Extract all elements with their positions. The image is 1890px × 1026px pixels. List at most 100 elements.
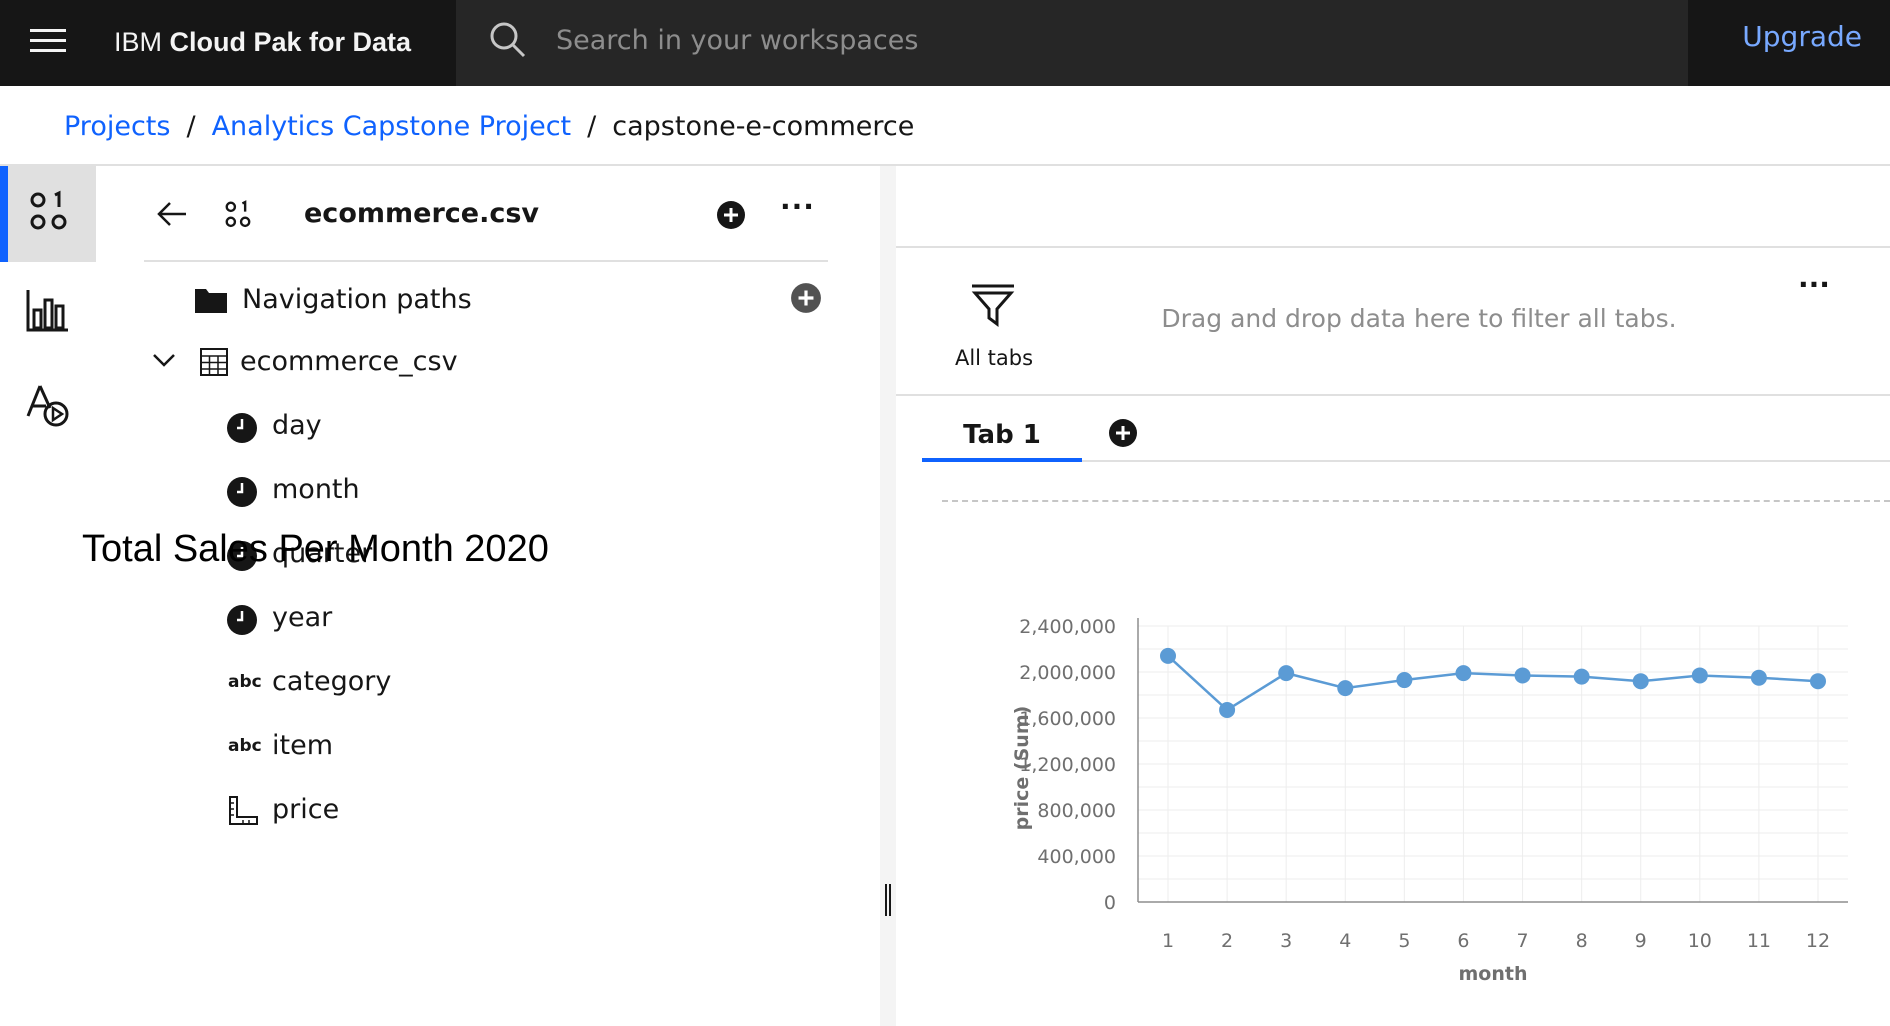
field-label: item: [272, 730, 334, 761]
data-panel-header: ecommerce.csv ···: [144, 166, 828, 262]
y-tick-label: 1,600,000: [1019, 708, 1116, 730]
brand-prefix: IBM: [114, 27, 163, 57]
chevron-down-icon[interactable]: [152, 352, 176, 368]
table-icon: [200, 348, 228, 376]
x-tick-label: 2: [1221, 930, 1233, 952]
filter-drop-hint: Drag and drop data here to filter all ta…: [1161, 304, 1677, 333]
x-tick-label: 9: [1635, 930, 1647, 952]
table-row-ecommerce-csv[interactable]: ecommerce_csv: [152, 338, 792, 386]
field-row-category[interactable]: abc category: [226, 658, 786, 706]
tab-bar: Tab 1: [922, 398, 1890, 462]
data-source-title: ecommerce.csv: [304, 198, 540, 229]
y-tick-label: 400,000: [1037, 846, 1116, 868]
rail-item-assistant[interactable]: [0, 358, 96, 454]
product-name[interactable]: IBM Cloud Pak for Data: [114, 22, 411, 62]
field-row-item[interactable]: abc item: [226, 722, 786, 770]
text-field-icon: abc: [228, 736, 262, 756]
y-tick-label: 800,000: [1037, 800, 1116, 822]
breadcrumb-projects[interactable]: Projects: [64, 111, 170, 142]
time-icon: [227, 477, 257, 507]
breadcrumb-current: capstone-e-commerce: [612, 111, 915, 142]
data-point: [1573, 668, 1590, 685]
back-arrow-icon[interactable]: [156, 200, 188, 228]
x-tick-label: 12: [1806, 930, 1830, 952]
chart-title: Total Sales Per Month 2020: [82, 528, 549, 570]
x-tick-label: 3: [1280, 930, 1292, 952]
filter-icon[interactable]: [970, 284, 1016, 328]
data-panel: ecommerce.csv ··· Navigation paths ecomm…: [96, 166, 880, 1026]
data-point: [1632, 673, 1649, 690]
breadcrumb-separator: /: [186, 111, 196, 142]
field-row-year[interactable]: year: [226, 594, 786, 642]
series-line: [1167, 654, 1819, 712]
field-label: year: [272, 602, 333, 633]
overflow-menu-icon[interactable]: ···: [780, 190, 815, 223]
left-icon-rail: [0, 166, 96, 1026]
add-icon[interactable]: [716, 200, 746, 230]
rail-item-data-sources[interactable]: [0, 166, 96, 262]
filter-bar[interactable]: All tabs Drag and drop data here to filt…: [896, 248, 1890, 396]
time-icon: [227, 605, 257, 635]
data-point: [1514, 667, 1531, 684]
x-tick-label: 6: [1457, 930, 1469, 952]
folder-icon: [195, 289, 227, 313]
field-label: category: [272, 666, 392, 697]
data-point: [1160, 647, 1176, 664]
data-point: [1455, 665, 1472, 682]
search-box: [456, 0, 1688, 86]
hamburger-menu-icon[interactable]: [30, 27, 66, 55]
data-point: [1750, 669, 1767, 686]
field-row-month[interactable]: month: [226, 466, 786, 514]
y-tick-label: 1,200,000: [1019, 754, 1116, 776]
navigation-paths-row[interactable]: Navigation paths: [194, 276, 834, 324]
visualizations-icon: [26, 290, 68, 332]
x-tick-label: 8: [1576, 930, 1588, 952]
data-point: [1337, 680, 1354, 697]
line-chart[interactable]: 0 400,000 800,000 1,200,000 1,600,000 2,000,0…: [960, 600, 1860, 1000]
field-label: month: [272, 474, 360, 505]
data-point: [1278, 665, 1295, 682]
rail-item-visualizations[interactable]: [0, 262, 96, 358]
data-source-icon: [225, 200, 251, 228]
text-field-icon: abc: [228, 672, 262, 692]
panel-splitter[interactable]: [880, 166, 896, 1026]
field-label: day: [272, 410, 322, 441]
table-label: ecommerce_csv: [240, 346, 458, 377]
splitter-handle[interactable]: [885, 884, 891, 916]
field-label: price: [272, 794, 340, 825]
tab-1[interactable]: Tab 1: [922, 398, 1082, 462]
breadcrumb-project[interactable]: Analytics Capstone Project: [212, 111, 572, 142]
time-icon: [227, 413, 257, 443]
breadcrumb-separator: /: [587, 111, 597, 142]
breadcrumb: Projects / Analytics Capstone Project / caps…: [64, 107, 914, 147]
top-navigation-bar: IBM Cloud Pak for Data Upgrade: [0, 0, 1890, 86]
x-tick-label: 7: [1516, 930, 1528, 952]
y-tick-label: 2,400,000: [1019, 616, 1116, 638]
assistant-icon: [26, 385, 69, 427]
field-row-price[interactable]: price: [226, 786, 786, 834]
y-axis-label: price (Sum): [1011, 706, 1033, 831]
y-tick-label: 0: [1104, 892, 1116, 914]
search-input[interactable]: [556, 18, 1656, 62]
measure-icon: [229, 796, 258, 825]
navigation-paths-label: Navigation paths: [242, 284, 472, 315]
canvas-toolbar: [896, 166, 1890, 248]
data-point: [1691, 667, 1708, 684]
x-tick-label: 1: [1162, 930, 1174, 952]
y-tick-label: 2,000,000: [1019, 662, 1116, 684]
x-tick-label: 11: [1747, 930, 1771, 952]
data-point: [1219, 701, 1236, 718]
add-tab-icon[interactable]: [1108, 418, 1138, 448]
x-tick-label: 4: [1339, 930, 1351, 952]
x-tick-label: 5: [1398, 930, 1410, 952]
overflow-menu-icon[interactable]: ···: [1798, 268, 1830, 301]
x-axis-label: month: [1459, 963, 1528, 985]
brand-name: Cloud Pak for Data: [169, 27, 412, 57]
upgrade-link[interactable]: Upgrade: [1742, 20, 1862, 53]
add-icon[interactable]: [790, 282, 822, 314]
field-row-day[interactable]: day: [226, 402, 786, 450]
x-tick-label: 10: [1688, 930, 1712, 952]
filter-all-tabs-label: All tabs: [954, 346, 1034, 370]
data-point: [1396, 672, 1413, 689]
search-icon[interactable]: [488, 20, 528, 60]
